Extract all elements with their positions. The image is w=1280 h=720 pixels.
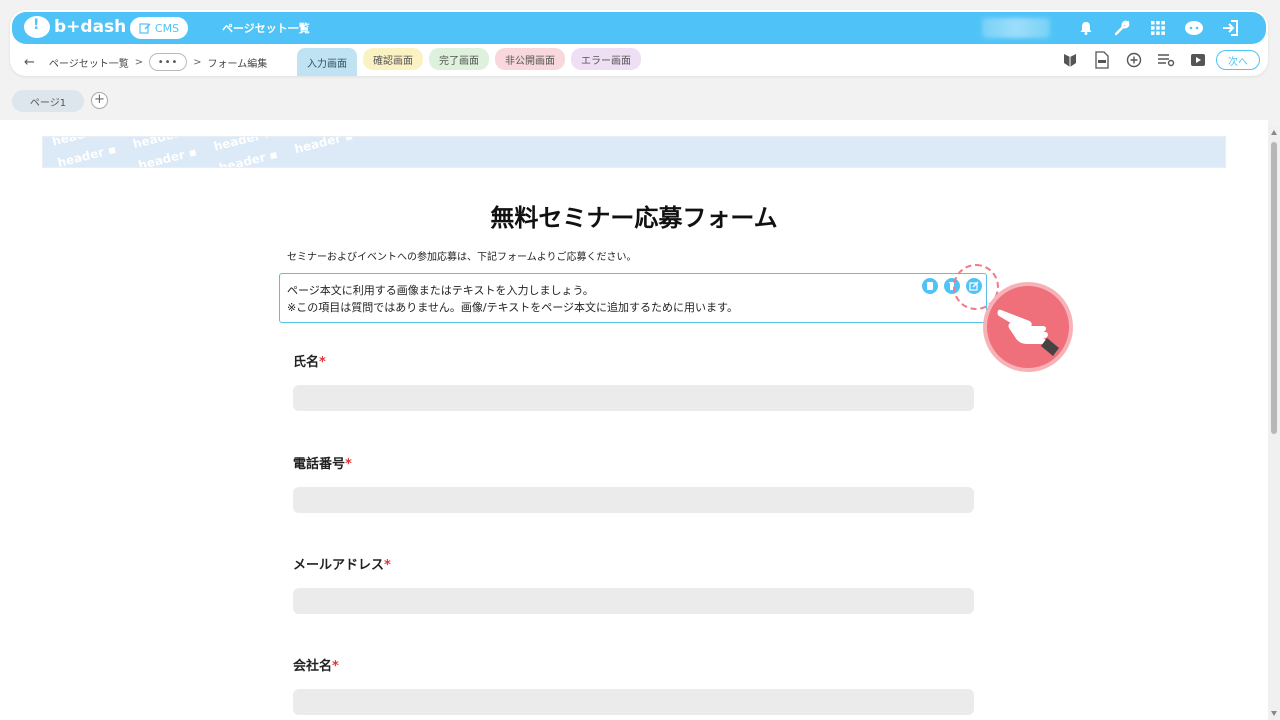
content-text-line-2: ※この項目は質問ではありません。画像/テキストをページ本文に追加するために用いま… xyxy=(287,301,738,314)
required-mark: * xyxy=(345,457,352,472)
beginner-mark-icon[interactable] xyxy=(1060,50,1080,70)
header-watermark-text: header ▪ xyxy=(368,137,429,138)
field-label-name: 氏名* xyxy=(293,351,326,370)
cms-edit-icon xyxy=(139,23,151,34)
user-name-blurred xyxy=(982,18,1050,38)
grid-icon[interactable] xyxy=(1146,16,1170,40)
breadcrumb-separator: > xyxy=(193,56,202,68)
cms-label: CMS xyxy=(154,21,180,35)
tab-error-screen[interactable]: エラー画面 xyxy=(571,48,641,70)
header-watermark-text: header ▪ xyxy=(293,136,355,157)
required-mark: * xyxy=(319,355,326,370)
form-title: 無料セミナー応募フォーム xyxy=(490,204,778,232)
list-settings-icon[interactable] xyxy=(1156,50,1176,70)
page-tab-1[interactable]: ページ1 xyxy=(12,90,84,112)
tab-complete-screen[interactable]: 完了画面 xyxy=(429,48,489,70)
field-label-text: 氏名 xyxy=(293,355,320,370)
cms-button[interactable]: CMS xyxy=(130,17,188,39)
breadcrumb-more-button[interactable]: ••• xyxy=(149,53,188,71)
required-mark: * xyxy=(332,659,339,674)
required-mark: * xyxy=(384,558,391,573)
tab-private-screen[interactable]: 非公開画面 xyxy=(495,48,565,70)
top-navigation: b+dash CMS ページセット一覧 ← ペ xyxy=(10,10,1268,76)
next-button[interactable]: 次へ xyxy=(1216,50,1260,70)
breadcrumb-item-page-set-list[interactable]: ページセット一覧 xyxy=(49,55,129,70)
wrench-icon[interactable] xyxy=(1110,16,1134,40)
html-file-icon[interactable] xyxy=(1092,50,1112,70)
bdash-logo[interactable]: b+dash xyxy=(24,16,126,38)
field-label-text: 会社名 xyxy=(293,659,333,674)
logout-icon[interactable] xyxy=(1218,16,1242,40)
tab-confirm-screen[interactable]: 確認画面 xyxy=(363,48,423,70)
back-arrow-icon[interactable]: ← xyxy=(24,55,35,70)
page-content-block[interactable]: ページ本文に利用する画像またはテキストを入力しましょう。 ※この項目は質問ではあ… xyxy=(279,273,987,323)
tab-input-screen[interactable]: 入力画面 xyxy=(297,48,357,76)
logo-bubble-icon xyxy=(24,16,50,38)
toolbar-icons xyxy=(1060,50,1208,70)
breadcrumb-separator: > xyxy=(134,56,144,68)
form-description: セミナーおよびイベントへの参加応募は、下記フォームよりご応募ください。 xyxy=(287,252,637,263)
breadcrumb: ← ページセット一覧 > ••• > フォーム編集 xyxy=(24,50,267,74)
header-watermark-pattern: header ▪ header ▪ header ▪ header ▪ header ▪… xyxy=(43,136,1197,167)
breadcrumb-item-form-edit: フォーム編集 xyxy=(207,58,268,70)
field-label-company: 会社名* xyxy=(293,655,339,674)
field-label-text: メールアドレス xyxy=(293,558,385,573)
form-canvas: header ▪ header ▪ header ▪ header ▪ header ▪… xyxy=(0,120,1268,720)
support-icon[interactable] xyxy=(1182,16,1206,40)
bell-icon[interactable] xyxy=(1074,16,1098,40)
add-page-button[interactable]: + xyxy=(91,92,108,109)
copy-icon[interactable] xyxy=(922,278,938,294)
name-input[interactable] xyxy=(293,385,974,411)
content-text-line-1: ページ本文に利用する画像またはテキストを入力しましょう。 xyxy=(287,284,594,297)
logo-text: b+dash xyxy=(54,17,127,37)
field-label-phone: 電話番号* xyxy=(293,453,352,472)
pointing-hand-icon xyxy=(983,282,1073,372)
screen-tabs: 入力画面 確認画面 完了画面 非公開画面 エラー画面 xyxy=(297,48,641,76)
phone-input[interactable] xyxy=(293,487,974,513)
header-icons xyxy=(1074,16,1242,40)
header-title: ページセット一覧 xyxy=(222,22,310,35)
header-bar: b+dash CMS ページセット一覧 xyxy=(12,12,1266,44)
header-placeholder[interactable]: header ▪ header ▪ header ▪ header ▪ header ▪… xyxy=(42,136,1226,168)
add-circle-icon[interactable] xyxy=(1124,50,1144,70)
field-label-text: 電話番号 xyxy=(293,457,346,472)
company-input[interactable] xyxy=(293,689,974,715)
scrollbar-thumb[interactable] xyxy=(1271,142,1277,434)
scroll-up-arrow-icon[interactable] xyxy=(1271,130,1277,135)
field-label-email: メールアドレス* xyxy=(293,554,391,573)
video-icon[interactable] xyxy=(1188,50,1208,70)
scroll-down-arrow-icon[interactable] xyxy=(1271,711,1277,716)
email-input[interactable] xyxy=(293,588,974,614)
